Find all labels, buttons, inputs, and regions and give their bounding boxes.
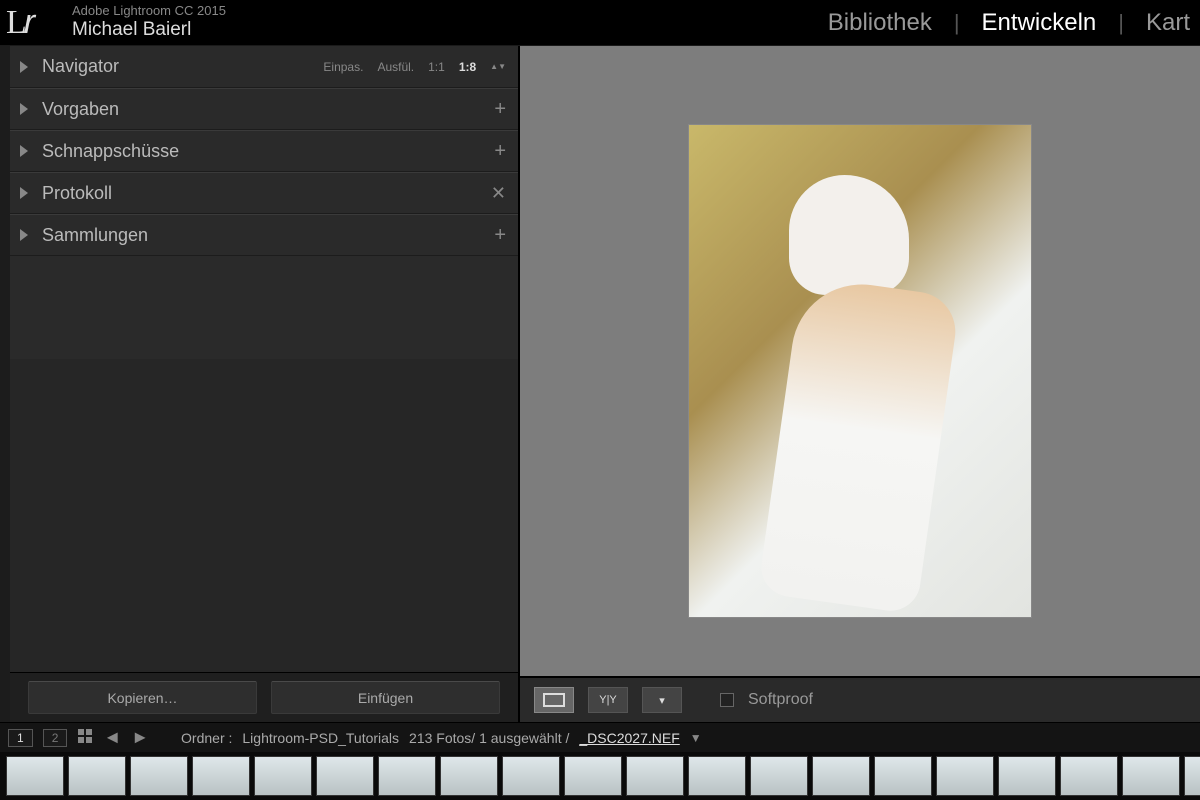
filmstrip-thumb[interactable] — [316, 756, 374, 796]
filmstrip-thumb[interactable] — [6, 756, 64, 796]
app-header: Lr Adobe Lightroom CC 2015 Michael Baier… — [0, 0, 1200, 46]
add-icon[interactable]: + — [494, 140, 506, 163]
left-panel-grip[interactable] — [0, 46, 10, 722]
module-develop[interactable]: Entwickeln — [982, 9, 1097, 37]
panel-navigator[interactable]: Navigator Einpas. Ausfül. 1:1 1:8 ▲▼ — [10, 46, 518, 88]
identity-plate: Adobe Lightroom CC 2015 Michael Baierl — [72, 3, 226, 41]
before-after-lr-button[interactable]: Y|Y — [588, 687, 628, 713]
add-icon[interactable]: + — [494, 224, 506, 247]
filmstrip-thumb[interactable] — [1122, 756, 1180, 796]
app-logo: Lr — [6, 3, 52, 42]
filmstrip-thumb[interactable] — [440, 756, 498, 796]
filmstrip-thumb[interactable] — [502, 756, 560, 796]
zoom-fill[interactable]: Ausfül. — [377, 60, 414, 74]
filmstrip-thumb[interactable] — [812, 756, 870, 796]
filmstrip-thumb[interactable] — [874, 756, 932, 796]
zoom-fit[interactable]: Einpas. — [323, 60, 363, 74]
panel-snapshots[interactable]: Schnappschüsse + — [10, 130, 518, 172]
copy-settings-button[interactable]: Kopieren… — [28, 681, 257, 714]
disclosure-triangle-icon — [20, 145, 28, 157]
module-library[interactable]: Bibliothek — [828, 9, 932, 37]
filmstrip-header: 1 2 ◄ ► Ordner : Lightroom-PSD_Tutorials… — [0, 722, 1200, 752]
filmstrip-thumb[interactable] — [998, 756, 1056, 796]
module-separator: | — [954, 10, 960, 36]
left-panel-empty — [10, 359, 518, 672]
image-canvas[interactable] — [520, 46, 1200, 676]
develop-toolbar: Y|Y ▾ Softproof — [520, 676, 1200, 722]
nav-forward-icon[interactable]: ► — [131, 727, 149, 748]
disclosure-triangle-icon — [20, 187, 28, 199]
zoom-custom[interactable]: 1:8 — [459, 60, 476, 74]
softproof-label: Softproof — [748, 691, 813, 709]
panel-history[interactable]: Protokoll ✕ — [10, 172, 518, 214]
filmstrip-thumb[interactable] — [936, 756, 994, 796]
module-picker: Bibliothek | Entwickeln | Kart — [828, 9, 1190, 37]
preview-area: Y|Y ▾ Softproof — [520, 46, 1200, 722]
current-filename[interactable]: _DSC2027.NEF — [579, 730, 679, 746]
filmstrip-thumb[interactable] — [750, 756, 808, 796]
zoom-stepper-icon[interactable]: ▲▼ — [490, 64, 506, 69]
filmstrip-thumb[interactable] — [68, 756, 126, 796]
filename-dropdown-icon[interactable]: ▼ — [690, 731, 702, 745]
filmstrip-thumb[interactable] — [378, 756, 436, 796]
module-map[interactable]: Kart — [1146, 9, 1190, 37]
folder-label: Ordner : — [181, 730, 232, 746]
disclosure-triangle-icon — [20, 229, 28, 241]
disclosure-triangle-icon — [20, 103, 28, 115]
before-after-tb-button[interactable]: ▾ — [642, 687, 682, 713]
panel-label: Navigator — [42, 56, 119, 77]
left-panel-buttons: Kopieren… Einfügen — [10, 672, 518, 722]
filmstrip-thumb[interactable] — [130, 756, 188, 796]
filmstrip-thumb[interactable] — [688, 756, 746, 796]
panel-presets[interactable]: Vorgaben + — [10, 88, 518, 130]
disclosure-triangle-icon — [20, 61, 28, 73]
filmstrip[interactable] — [0, 752, 1200, 800]
softproof-checkbox[interactable] — [720, 693, 734, 707]
module-separator: | — [1118, 10, 1124, 36]
filmstrip-thumb[interactable] — [192, 756, 250, 796]
filmstrip-thumb[interactable] — [1184, 756, 1200, 796]
paste-settings-button[interactable]: Einfügen — [271, 681, 500, 714]
nav-back-icon[interactable]: ◄ — [103, 727, 121, 748]
add-icon[interactable]: + — [494, 98, 506, 121]
filmstrip-thumb[interactable] — [564, 756, 622, 796]
app-title: Adobe Lightroom CC 2015 — [72, 3, 226, 19]
main-window-button[interactable]: 1 — [8, 729, 33, 747]
preview-image — [689, 125, 1031, 617]
zoom-1-1[interactable]: 1:1 — [428, 60, 445, 74]
panel-label: Schnappschüsse — [42, 141, 179, 162]
panel-label: Protokoll — [42, 183, 112, 204]
navigator-zoom-options: Einpas. Ausfül. 1:1 1:8 ▲▼ — [323, 60, 506, 74]
clear-icon[interactable]: ✕ — [491, 183, 506, 204]
photo-count: 213 Fotos/ 1 ausgewählt / — [409, 730, 569, 746]
folder-name[interactable]: Lightroom-PSD_Tutorials — [242, 730, 399, 746]
filmstrip-thumb[interactable] — [254, 756, 312, 796]
loupe-view-button[interactable] — [534, 687, 574, 713]
grid-icon[interactable] — [77, 728, 93, 747]
user-name: Michael Baierl — [72, 19, 226, 42]
second-window-button[interactable]: 2 — [43, 729, 68, 747]
panel-label: Vorgaben — [42, 99, 119, 120]
filmstrip-thumb[interactable] — [1060, 756, 1118, 796]
panel-collections[interactable]: Sammlungen + — [10, 214, 518, 256]
panel-label: Sammlungen — [42, 225, 148, 246]
filmstrip-thumb[interactable] — [626, 756, 684, 796]
left-panel: Navigator Einpas. Ausfül. 1:1 1:8 ▲▼ Vor… — [10, 46, 520, 722]
